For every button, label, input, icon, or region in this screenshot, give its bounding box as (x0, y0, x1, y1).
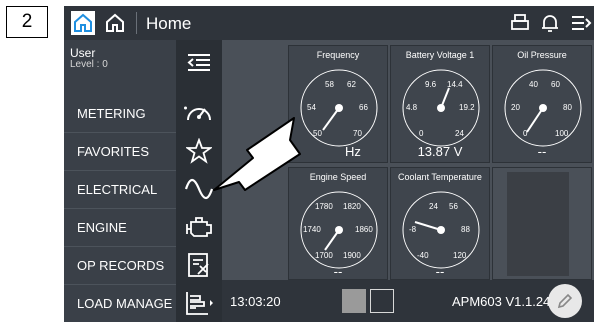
svg-text:14.4: 14.4 (447, 80, 463, 89)
svg-text:24: 24 (429, 202, 438, 211)
svg-text:88: 88 (461, 225, 470, 234)
user-name: User (70, 46, 96, 60)
menu-item-engine[interactable]: ENGINE (64, 208, 176, 246)
svg-text:20: 20 (511, 103, 520, 112)
svg-text:0: 0 (419, 129, 424, 138)
speedometer-icon[interactable] (176, 94, 222, 132)
svg-text:120: 120 (453, 251, 467, 260)
records-icon[interactable] (176, 246, 222, 284)
star-icon[interactable] (176, 132, 222, 170)
menu-item-load-manage[interactable]: LOAD MANAGE (64, 284, 176, 322)
pencil-icon (557, 293, 573, 309)
svg-text:9.6: 9.6 (425, 80, 437, 89)
svg-text:50: 50 (313, 129, 322, 138)
gauge-oil-pressure[interactable]: Oil Pressure 40 60 20 80 0 100 -- (492, 45, 592, 163)
blank-tile (507, 172, 569, 276)
page-title: Home (146, 14, 192, 33)
empty-gauge-slot[interactable] (492, 167, 592, 280)
gauge-value: Hz (345, 144, 361, 159)
gauge-value: -- (333, 264, 343, 279)
user-level: Level : 0 (70, 59, 108, 70)
collapse-menu-icon[interactable] (176, 44, 222, 82)
svg-text:1740: 1740 (303, 225, 321, 234)
gauge-battery-voltage[interactable]: Battery Voltage 1 9.6 14.4 4.8 19.2 0 24… (390, 45, 490, 163)
svg-text:1820: 1820 (343, 202, 361, 211)
svg-text:1900: 1900 (343, 251, 361, 260)
status-indicator-filled[interactable] (342, 289, 366, 313)
step-number-badge: 2 (6, 6, 48, 38)
menu-list-icon[interactable] (568, 11, 592, 35)
edit-button[interactable] (548, 284, 582, 318)
icon-column (176, 40, 222, 322)
gauge-engine-speed[interactable]: Engine Speed 1780 1820 1740 1860 1700 19… (288, 167, 388, 280)
gauge-frequency[interactable]: Frequency 58 62 54 66 50 70 Hz (288, 45, 388, 163)
svg-text:70: 70 (353, 129, 362, 138)
device-screen: Home User Level : 0 METERING FAVORITES E… (64, 6, 594, 322)
bell-icon[interactable] (538, 11, 562, 35)
svg-text:24: 24 (455, 129, 464, 138)
firmware-version: APM603 V1.1.24 (452, 294, 551, 309)
menu-item-op-records[interactable]: OP RECORDS (64, 246, 176, 284)
svg-text:40: 40 (529, 80, 538, 89)
svg-text:4.8: 4.8 (406, 103, 418, 112)
gauge-panel-area: Frequency 58 62 54 66 50 70 Hz Battery V… (222, 40, 594, 280)
gauge-value: -- (435, 264, 445, 279)
svg-text:54: 54 (307, 103, 316, 112)
bottom-bar: 13:03:20 APM603 V1.1.24 (222, 280, 594, 322)
menu-item-favorites[interactable]: FAVORITES (64, 132, 176, 170)
svg-text:62: 62 (347, 80, 356, 89)
top-bar: Home (64, 6, 594, 40)
home-icon-active[interactable] (71, 11, 95, 35)
svg-text:1700: 1700 (315, 251, 333, 260)
menu-item-electrical[interactable]: ELECTRICAL (64, 170, 176, 208)
svg-text:-40: -40 (417, 251, 429, 260)
menu-item-metering[interactable]: METERING (64, 94, 176, 132)
instruction-figure: 2 Home User Level : 0 METERING FAVORITES… (0, 0, 595, 324)
svg-text:56: 56 (449, 202, 458, 211)
gauge-value: -- (537, 144, 547, 159)
svg-text:19.2: 19.2 (459, 103, 475, 112)
svg-text:-8: -8 (409, 225, 417, 234)
bar-chart-icon[interactable] (176, 284, 222, 322)
sine-wave-icon[interactable] (176, 170, 222, 208)
svg-text:1860: 1860 (355, 225, 373, 234)
printer-icon[interactable] (508, 11, 532, 35)
svg-text:80: 80 (563, 103, 572, 112)
svg-text:1780: 1780 (315, 202, 333, 211)
engine-icon[interactable] (176, 208, 222, 246)
divider (136, 12, 137, 34)
home-icon[interactable] (103, 11, 127, 35)
svg-text:60: 60 (551, 80, 560, 89)
gauge-value: 13.87 V (417, 144, 463, 159)
gauge-coolant-temperature[interactable]: Coolant Temperature 24 56 -8 88 -40 120 … (390, 167, 490, 280)
status-indicator-empty[interactable] (370, 289, 394, 313)
clock-time: 13:03:20 (230, 294, 281, 309)
svg-text:66: 66 (359, 103, 368, 112)
svg-text:100: 100 (555, 129, 569, 138)
svg-text:58: 58 (325, 80, 334, 89)
